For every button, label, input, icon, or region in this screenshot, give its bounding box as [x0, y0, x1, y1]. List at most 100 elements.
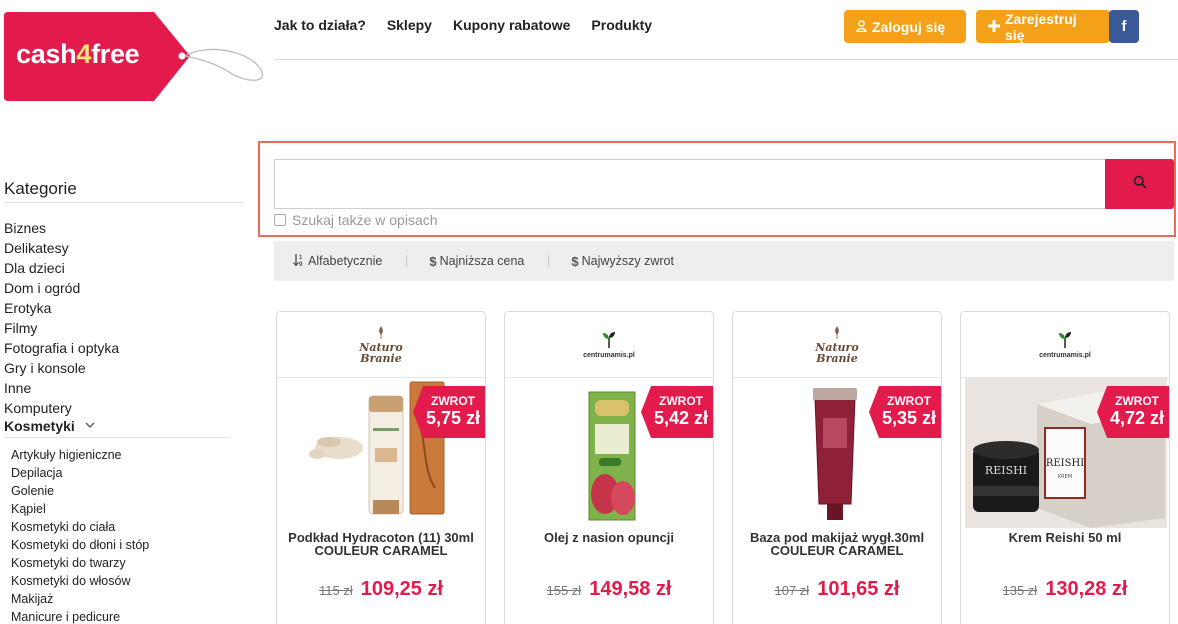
jar-label: REISHI	[985, 464, 1027, 477]
product-image: ZWROT 5,35 zł	[733, 378, 941, 528]
login-button[interactable]: Zaloguj się	[844, 10, 966, 43]
subcategory-item[interactable]: Kosmetyki do włosów	[11, 572, 149, 590]
category-list: Biznes Delikatesy Dla dzieci Dom i ogród…	[4, 218, 119, 418]
svg-text:1: 1	[299, 255, 303, 261]
nav-shops[interactable]: Sklepy	[387, 17, 432, 33]
active-category-label: Kosmetyki	[4, 418, 75, 434]
new-price: 149,58 zł	[589, 578, 672, 600]
sort-alpha-icon: 19	[293, 253, 305, 270]
login-label: Zaloguj się	[872, 18, 946, 35]
shop-logo: centrumamis.pl	[961, 312, 1169, 378]
subcategory-item[interactable]: Kosmetyki do ciała	[11, 518, 149, 536]
product-image: ZWROT 5,75 zł	[277, 378, 485, 528]
category-item[interactable]: Komputery	[4, 398, 119, 418]
sort-alphabetical-label: Alfabetycznie	[308, 254, 383, 268]
category-item[interactable]: Biznes	[4, 218, 119, 238]
search-descriptions-checkbox[interactable]	[274, 214, 286, 226]
new-price: 109,25 zł	[360, 578, 444, 600]
cashback-label: ZWROT	[887, 394, 931, 408]
category-item[interactable]: Inne	[4, 378, 119, 398]
subcategory-item[interactable]: Makijaż	[11, 590, 149, 608]
new-price: 130,28 zł	[1045, 578, 1128, 600]
category-item[interactable]: Delikatesy	[4, 238, 119, 258]
shop-logo: Naturo Branie	[277, 312, 485, 378]
category-item[interactable]: Filmy	[4, 318, 119, 338]
cashback-badge: ZWROT 5,35 zł	[869, 386, 941, 438]
product-name: Krem Reishi 50 ml	[1008, 530, 1122, 545]
price-row: 135 zł 130,28 zł	[961, 578, 1169, 601]
site-logo[interactable]: cash4free	[4, 12, 266, 102]
product-card[interactable]: Naturo Branie ZWROT 5,75 zł Podkład Hydr…	[276, 311, 486, 624]
cashback-badge: ZWROT 5,75 zł	[413, 386, 485, 438]
cashback-amount: 5,42 zł	[653, 408, 709, 428]
new-price: 101,65 zł	[817, 578, 900, 600]
category-item-active[interactable]: Kosmetyki	[4, 418, 95, 434]
nav-how-it-works[interactable]: Jak to działa?	[274, 17, 366, 33]
subcategory-item[interactable]: Kosmetyki do dłoni i stóp	[11, 536, 149, 554]
product-image: ZWROT 5,42 zł	[505, 378, 713, 528]
sort-lowest-price-label: Najniższa cena	[439, 254, 525, 268]
old-price: 155 zł	[546, 583, 582, 598]
register-button[interactable]: Zarejestruj się	[976, 10, 1110, 43]
dollar-icon: $	[571, 253, 579, 269]
shop-logo: Naturo Branie	[733, 312, 941, 378]
shop-name-secondary: Branie	[816, 351, 858, 365]
cashback-amount: 5,35 zł	[881, 408, 937, 428]
nav-products[interactable]: Produkty	[591, 17, 652, 33]
shop-name: centrumamis.pl	[1039, 352, 1091, 359]
old-price: 107 zł	[774, 583, 810, 598]
subcategory-item[interactable]: Depilacja	[11, 464, 149, 482]
sort-lowest-price[interactable]: $ Najniższa cena	[429, 254, 524, 269]
search-input[interactable]	[274, 159, 1106, 209]
category-item[interactable]: Fotografia i optyka	[4, 338, 119, 358]
plus-icon	[988, 19, 1000, 35]
sort-highest-cashback[interactable]: $ Najwyższy zwrot	[571, 254, 674, 269]
product-card[interactable]: Naturo Branie ZWROT 5,35 zł Baza pod mak…	[732, 311, 942, 624]
user-icon	[856, 19, 867, 35]
sort-alphabetical[interactable]: 19 Alfabetycznie	[293, 253, 382, 270]
register-label: Zarejestruj się	[1005, 10, 1077, 43]
price-row: 107 zł 101,65 zł	[733, 578, 941, 601]
cashback-badge: ZWROT 5,42 zł	[641, 386, 713, 438]
subcategory-list: Artykuły higieniczne Depilacja Golenie K…	[11, 446, 149, 624]
facebook-button[interactable]: f	[1109, 10, 1139, 43]
subcategory-item[interactable]: Kąpiel	[11, 500, 149, 518]
active-category-divider	[4, 437, 230, 438]
sort-separator	[406, 255, 408, 267]
cashback-amount: 5,75 zł	[425, 408, 481, 428]
svg-text:9: 9	[299, 262, 303, 267]
shop-logo: centrumamis.pl	[505, 312, 713, 378]
category-item[interactable]: Dom i ogród	[4, 278, 119, 298]
search-descriptions-option[interactable]: Szukaj także w opisach	[274, 212, 438, 228]
price-row: 155 zł 149,58 zł	[505, 578, 713, 601]
product-name: Olej z nasion opuncji	[543, 530, 674, 545]
old-price: 115 zł	[318, 583, 353, 598]
subcategory-item[interactable]: Golenie	[11, 482, 149, 500]
main-nav: Jak to działa? Sklepy Kupony rabatowe Pr…	[274, 17, 652, 33]
cashback-amount: 4,72 zł	[1109, 408, 1165, 428]
subcategory-item[interactable]: Manicure i pedicure	[11, 608, 149, 624]
product-card[interactable]: centrumamis.pl ZWROT 5,42 zł Olej z nasi…	[504, 311, 714, 624]
search-icon	[1133, 175, 1147, 194]
subcategory-item[interactable]: Artykuły higieniczne	[11, 446, 149, 464]
cashback-badge: ZWROT 4,72 zł	[1097, 386, 1169, 438]
category-item[interactable]: Gry i konsole	[4, 358, 119, 378]
search-button[interactable]	[1105, 159, 1174, 209]
category-item[interactable]: Dla dzieci	[4, 258, 119, 278]
header-divider	[274, 59, 1178, 60]
chevron-down-icon	[85, 420, 95, 432]
search-descriptions-label: Szukaj także w opisach	[292, 212, 438, 228]
category-item[interactable]: Erotyka	[4, 298, 119, 318]
cashback-label: ZWROT	[1115, 394, 1159, 408]
nav-coupons[interactable]: Kupony rabatowe	[453, 17, 570, 33]
old-price: 135 zł	[1002, 583, 1038, 598]
shop-name-secondary: Branie	[360, 351, 402, 365]
sort-bar: 19 Alfabetycznie $ Najniższa cena $ Najw…	[274, 241, 1174, 281]
product-name: Baza pod makijaż wygł.30ml COULEUR CARAM…	[749, 530, 925, 558]
subcategory-item[interactable]: Kosmetyki do twarzy	[11, 554, 149, 572]
price-row: 115 zł 109,25 zł	[277, 578, 485, 601]
sort-separator	[548, 255, 550, 267]
product-card[interactable]: centrumamis.pl REISHI REISHI KREM ZWROT …	[960, 311, 1170, 624]
sort-highest-cashback-label: Najwyższy zwrot	[581, 254, 674, 268]
categories-title: Kategorie	[4, 179, 77, 198]
